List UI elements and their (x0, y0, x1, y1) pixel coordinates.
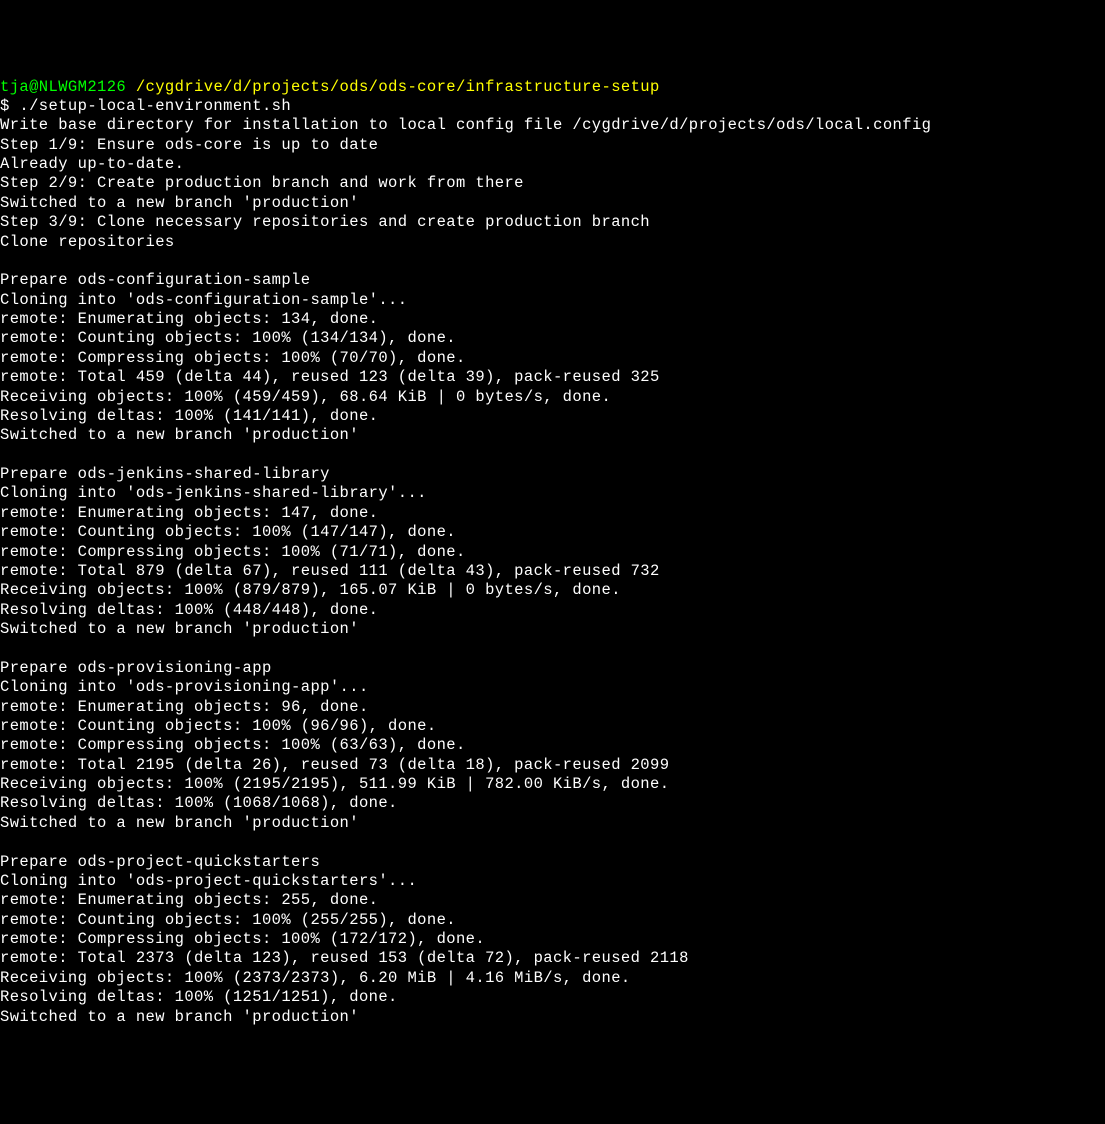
command-text: ./setup-local-environment.sh (19, 97, 291, 115)
output-line: remote: Counting objects: 100% (96/96), … (0, 717, 1105, 736)
output-line: remote: Counting objects: 100% (134/134)… (0, 329, 1105, 348)
output-line: Prepare ods-project-quickstarters (0, 853, 1105, 872)
output-line: Receiving objects: 100% (459/459), 68.64… (0, 388, 1105, 407)
output-line: Resolving deltas: 100% (1068/1068), done… (0, 794, 1105, 813)
output-line: remote: Total 2195 (delta 26), reused 73… (0, 756, 1105, 775)
prompt-path: /cygdrive/d/projects/ods/ods-core/infras… (136, 78, 660, 96)
output-line: remote: Enumerating objects: 147, done. (0, 504, 1105, 523)
output-line: Cloning into 'ods-configuration-sample'.… (0, 291, 1105, 310)
command-line: $ ./setup-local-environment.sh (0, 97, 1105, 116)
output-line (0, 639, 1105, 658)
output-line: Clone repositories (0, 233, 1105, 252)
output-line: Switched to a new branch 'production' (0, 814, 1105, 833)
output-line: Step 2/9: Create production branch and w… (0, 174, 1105, 193)
output-line: remote: Total 459 (delta 44), reused 123… (0, 368, 1105, 387)
output-line: Receiving objects: 100% (2373/2373), 6.2… (0, 969, 1105, 988)
output-line: remote: Compressing objects: 100% (71/71… (0, 543, 1105, 562)
output-line: Receiving objects: 100% (879/879), 165.0… (0, 581, 1105, 600)
output-line: Step 3/9: Clone necessary repositories a… (0, 213, 1105, 232)
output-line: Cloning into 'ods-project-quickstarters'… (0, 872, 1105, 891)
output-line: Switched to a new branch 'production' (0, 194, 1105, 213)
output-line: Switched to a new branch 'production' (0, 426, 1105, 445)
output-line: Already up-to-date. (0, 155, 1105, 174)
output-line: remote: Total 879 (delta 67), reused 111… (0, 562, 1105, 581)
output-line: Resolving deltas: 100% (448/448), done. (0, 601, 1105, 620)
output-line: Resolving deltas: 100% (1251/1251), done… (0, 988, 1105, 1007)
output-line: Cloning into 'ods-provisioning-app'... (0, 678, 1105, 697)
output-line (0, 446, 1105, 465)
output-line: remote: Enumerating objects: 134, done. (0, 310, 1105, 329)
output-line: Cloning into 'ods-jenkins-shared-library… (0, 484, 1105, 503)
output-line: Step 1/9: Ensure ods-core is up to date (0, 136, 1105, 155)
output-line: remote: Enumerating objects: 255, done. (0, 891, 1105, 910)
output-line: Switched to a new branch 'production' (0, 1008, 1105, 1027)
output-line: remote: Compressing objects: 100% (172/1… (0, 930, 1105, 949)
output-line: remote: Compressing objects: 100% (70/70… (0, 349, 1105, 368)
output-line: Prepare ods-configuration-sample (0, 271, 1105, 290)
output-line (0, 252, 1105, 271)
output-line: remote: Enumerating objects: 96, done. (0, 698, 1105, 717)
prompt-line: tja@NLWGM2126 /cygdrive/d/projects/ods/o… (0, 78, 1105, 97)
output-line (0, 833, 1105, 852)
output-line: remote: Counting objects: 100% (147/147)… (0, 523, 1105, 542)
output-line: Write base directory for installation to… (0, 116, 1105, 135)
output-line: Receiving objects: 100% (2195/2195), 511… (0, 775, 1105, 794)
output-line: remote: Total 2373 (delta 123), reused 1… (0, 949, 1105, 968)
output-line: Resolving deltas: 100% (141/141), done. (0, 407, 1105, 426)
output-lines: Write base directory for installation to… (0, 116, 1105, 1027)
output-line: remote: Compressing objects: 100% (63/63… (0, 736, 1105, 755)
output-line: Prepare ods-jenkins-shared-library (0, 465, 1105, 484)
output-line: Switched to a new branch 'production' (0, 620, 1105, 639)
output-line: Prepare ods-provisioning-app (0, 659, 1105, 678)
prompt-dollar: $ (0, 97, 19, 115)
terminal-output[interactable]: tja@NLWGM2126 /cygdrive/d/projects/ods/o… (0, 78, 1105, 1027)
output-line: remote: Counting objects: 100% (255/255)… (0, 911, 1105, 930)
prompt-user: tja@NLWGM2126 (0, 78, 126, 96)
